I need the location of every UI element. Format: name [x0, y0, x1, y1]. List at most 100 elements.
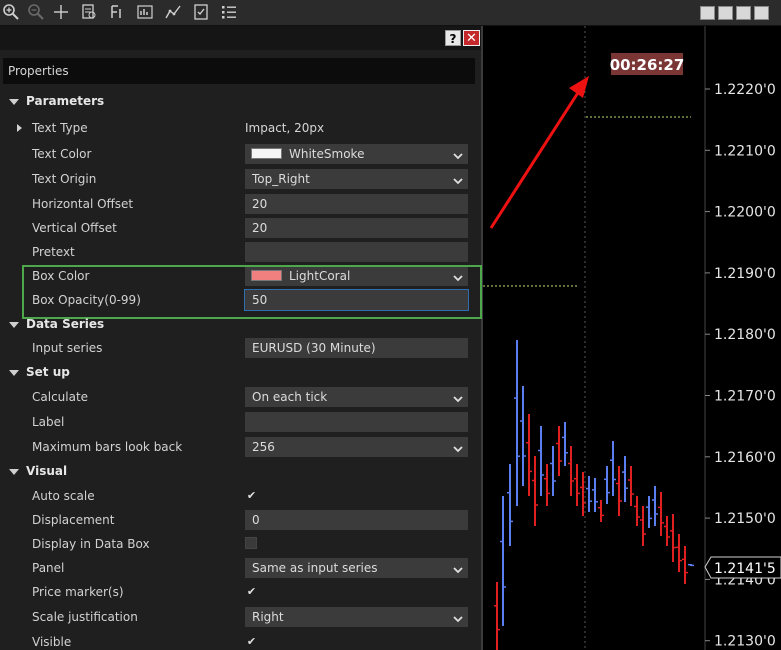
prop-max-bars[interactable]: Maximum bars look back 256: [0, 435, 478, 459]
annotation-arrow: [489, 76, 589, 229]
chevron-down-icon[interactable]: [452, 391, 464, 403]
scale-justification-select[interactable]: Right: [245, 607, 468, 627]
prop-label[interactable]: Label: [0, 410, 478, 434]
price-label: 1.2130'0: [714, 634, 776, 650]
chevron-down-icon[interactable]: [452, 148, 464, 160]
prop-label: Horizontal Offset: [32, 197, 134, 211]
expand-arrow-icon[interactable]: [17, 124, 22, 132]
prop-visible[interactable]: Visible ✔: [0, 630, 478, 650]
prop-scale-justification[interactable]: Scale justification Right: [0, 605, 478, 629]
panel-value: Same as input series: [252, 561, 378, 575]
collapse-caret-icon[interactable]: [9, 370, 19, 376]
prop-label: Scale justification: [32, 610, 138, 624]
prop-label: Auto scale: [32, 489, 95, 503]
price-label: 1.2160'0: [714, 450, 776, 466]
section-label: Set up: [26, 365, 70, 379]
chart-canvas: 00:26:27 1.2220'0 1.2210'0 1.2200'0 1.2190'…: [483, 26, 781, 650]
prop-label: Display in Data Box: [32, 537, 150, 551]
prop-pretext[interactable]: Pretext: [0, 240, 478, 264]
text-origin-select[interactable]: Top_Right: [245, 169, 468, 189]
price-markers-checkbox[interactable]: ✔: [245, 585, 258, 598]
prop-panel[interactable]: Panel Same as input series: [0, 556, 478, 580]
zoom-in-icon[interactable]: [2, 3, 20, 21]
help-button[interactable]: ?: [445, 30, 461, 46]
prop-label: Panel: [32, 561, 65, 575]
chart-style-icon[interactable]: [136, 3, 154, 21]
price-bars: [494, 340, 694, 650]
section-parameters[interactable]: Parameters: [0, 90, 478, 114]
max-bars-value: 256: [252, 440, 275, 454]
close-window-button[interactable]: [754, 6, 769, 20]
maximize-window-button[interactable]: [736, 6, 751, 20]
prop-label: Text Origin: [32, 172, 97, 186]
bar-style-icon[interactable]: [108, 3, 126, 21]
prop-label-text: Label: [32, 415, 65, 429]
highlight-box: [22, 265, 482, 319]
section-label: Visual: [26, 464, 68, 478]
current-price-label: 1.2141'5: [714, 561, 776, 577]
calculate-select[interactable]: On each tick: [245, 387, 468, 407]
section-visual[interactable]: Visual: [0, 460, 478, 484]
chevron-down-icon[interactable]: [452, 173, 464, 185]
collapse-caret-icon[interactable]: [9, 469, 19, 475]
prop-label: Maximum bars look back: [32, 440, 183, 454]
zoom-out-icon[interactable]: [27, 3, 45, 21]
prop-label: Input series: [32, 341, 103, 355]
price-label: 1.2190'0: [714, 266, 776, 282]
prop-label: Calculate: [32, 390, 89, 404]
properties-icon[interactable]: [192, 3, 210, 21]
displacement-input[interactable]: 0: [245, 510, 468, 530]
prop-displacement[interactable]: Displacement 0: [0, 508, 478, 532]
prop-text-origin[interactable]: Text Origin Top_Right: [0, 167, 478, 191]
section-label: Parameters: [26, 94, 105, 108]
restore-window-button[interactable]: [718, 6, 733, 20]
horizontal-offset-input[interactable]: 20: [245, 194, 468, 214]
pretext-input[interactable]: [245, 242, 468, 262]
visible-checkbox[interactable]: ✔: [245, 635, 258, 648]
prop-text-type[interactable]: Text Type Impact, 20px: [0, 116, 478, 140]
panel-select[interactable]: Same as input series: [245, 558, 468, 578]
input-series-field[interactable]: EURUSD (30 Minute): [245, 338, 468, 358]
prop-vertical-offset[interactable]: Vertical Offset 20: [0, 216, 478, 240]
prop-horizontal-offset[interactable]: Horizontal Offset 20: [0, 192, 478, 216]
list-icon[interactable]: [220, 3, 238, 21]
text-color-select[interactable]: WhiteSmoke: [245, 144, 468, 164]
text-type-value[interactable]: Impact, 20px: [245, 121, 324, 135]
prop-display-data-box[interactable]: Display in Data Box: [0, 532, 478, 556]
prop-label: Price marker(s): [32, 585, 124, 599]
chevron-down-icon[interactable]: [452, 562, 464, 574]
prop-auto-scale[interactable]: Auto scale ✔: [0, 484, 478, 508]
collapse-caret-icon[interactable]: [9, 322, 19, 328]
close-button[interactable]: ✕: [463, 30, 480, 46]
prop-label: Vertical Offset: [32, 221, 117, 235]
vertical-offset-input[interactable]: 20: [245, 218, 468, 238]
dialog-titlebar[interactable]: ? ✕: [0, 26, 481, 50]
auto-scale-checkbox[interactable]: ✔: [245, 489, 258, 502]
scale-justification-value: Right: [252, 610, 284, 624]
prop-text-color[interactable]: Text Color WhiteSmoke: [0, 142, 478, 166]
max-bars-select[interactable]: 256: [245, 437, 468, 457]
text-color-value: WhiteSmoke: [289, 147, 365, 161]
price-label: 1.2210'0: [714, 143, 776, 159]
chevron-down-icon[interactable]: [452, 611, 464, 623]
label-input[interactable]: [245, 412, 468, 432]
section-label: Data Series: [26, 317, 105, 331]
price-label: 1.2220'0: [714, 82, 776, 98]
prop-calculate[interactable]: Calculate On each tick: [0, 385, 478, 409]
drawing-tools-icon[interactable]: [164, 3, 182, 21]
prop-price-markers[interactable]: Price marker(s) ✔: [0, 580, 478, 604]
crosshair-icon[interactable]: [52, 3, 70, 21]
collapse-caret-icon[interactable]: [9, 99, 19, 105]
prop-label: Displacement: [32, 513, 115, 527]
text-origin-value: Top_Right: [252, 172, 310, 186]
section-setup[interactable]: Set up: [0, 361, 478, 385]
price-chart[interactable]: 00:26:27 1.2220'0 1.2210'0 1.2200'0 1.2190'…: [483, 26, 781, 650]
chevron-down-icon[interactable]: [452, 441, 464, 453]
properties-header: Properties: [3, 58, 475, 84]
data-box-icon[interactable]: [80, 3, 98, 21]
display-data-box-checkbox[interactable]: [245, 537, 257, 549]
prop-input-series[interactable]: Input series EURUSD (30 Minute): [0, 336, 478, 360]
tile-window-button[interactable]: [700, 6, 715, 20]
section-data-series[interactable]: Data Series: [0, 313, 478, 337]
calculate-value: On each tick: [252, 390, 328, 404]
